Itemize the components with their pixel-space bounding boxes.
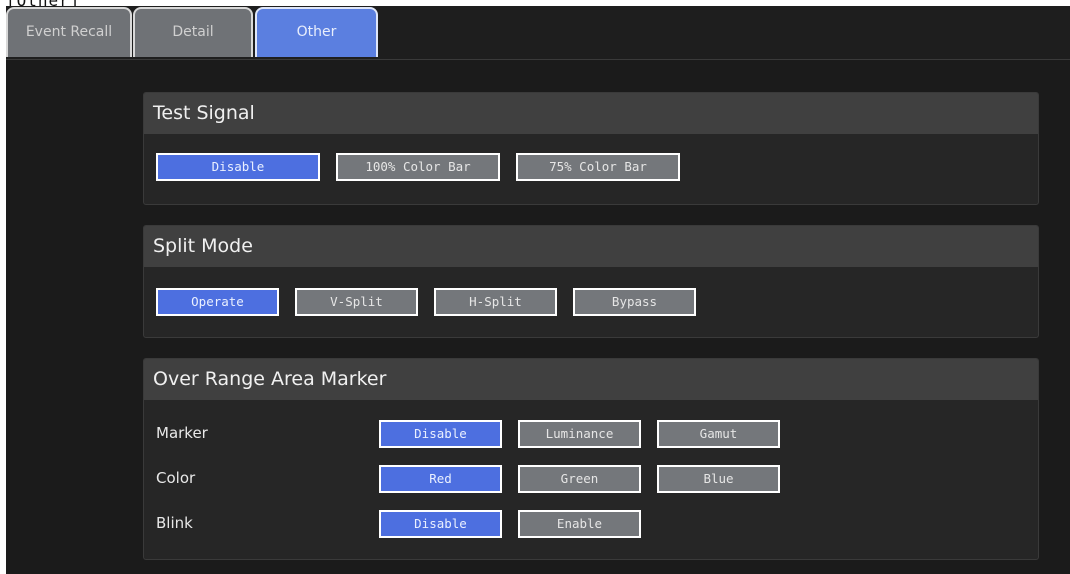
split-mode-v-split-button[interactable]: V-Split: [295, 288, 418, 316]
blink-enable-button[interactable]: Enable: [518, 510, 641, 538]
color-green-button[interactable]: Green: [518, 465, 641, 493]
over-range-title: Over Range Area Marker: [144, 359, 1038, 400]
tab-other[interactable]: Other: [255, 7, 378, 57]
tab-bar: Event Recall Detail Other: [6, 6, 1070, 60]
split-mode-operate-button[interactable]: Operate: [156, 288, 279, 316]
split-mode-h-split-button[interactable]: H-Split: [434, 288, 557, 316]
color-blue-button[interactable]: Blue: [657, 465, 780, 493]
split-mode-bypass-button[interactable]: Bypass: [573, 288, 696, 316]
marker-row-label: Marker: [156, 424, 208, 442]
split-mode-title: Split Mode: [144, 226, 1038, 267]
marker-luminance-button[interactable]: Luminance: [518, 420, 641, 448]
test-signal-100-color-bar-button[interactable]: 100% Color Bar: [336, 153, 500, 181]
blink-row-label: Blink: [156, 514, 193, 532]
color-red-button[interactable]: Red: [379, 465, 502, 493]
app-window: Event Recall Detail Other Test Signal Di…: [6, 6, 1070, 574]
test-signal-disable-button[interactable]: Disable: [156, 153, 320, 181]
color-row-label: Color: [156, 469, 196, 487]
marker-disable-button[interactable]: Disable: [379, 420, 502, 448]
test-signal-panel: Test Signal Disable 100% Color Bar 75% C…: [143, 92, 1039, 205]
blink-disable-button[interactable]: Disable: [379, 510, 502, 538]
test-signal-title: Test Signal: [144, 93, 1038, 134]
over-range-panel: Over Range Area Marker Marker Disable Lu…: [143, 358, 1039, 560]
marker-gamut-button[interactable]: Gamut: [657, 420, 780, 448]
tab-event-recall[interactable]: Event Recall: [6, 7, 132, 57]
tab-detail[interactable]: Detail: [133, 7, 253, 57]
split-mode-panel: Split Mode Operate V-Split H-Split Bypas…: [143, 225, 1039, 338]
test-signal-75-color-bar-button[interactable]: 75% Color Bar: [516, 153, 680, 181]
